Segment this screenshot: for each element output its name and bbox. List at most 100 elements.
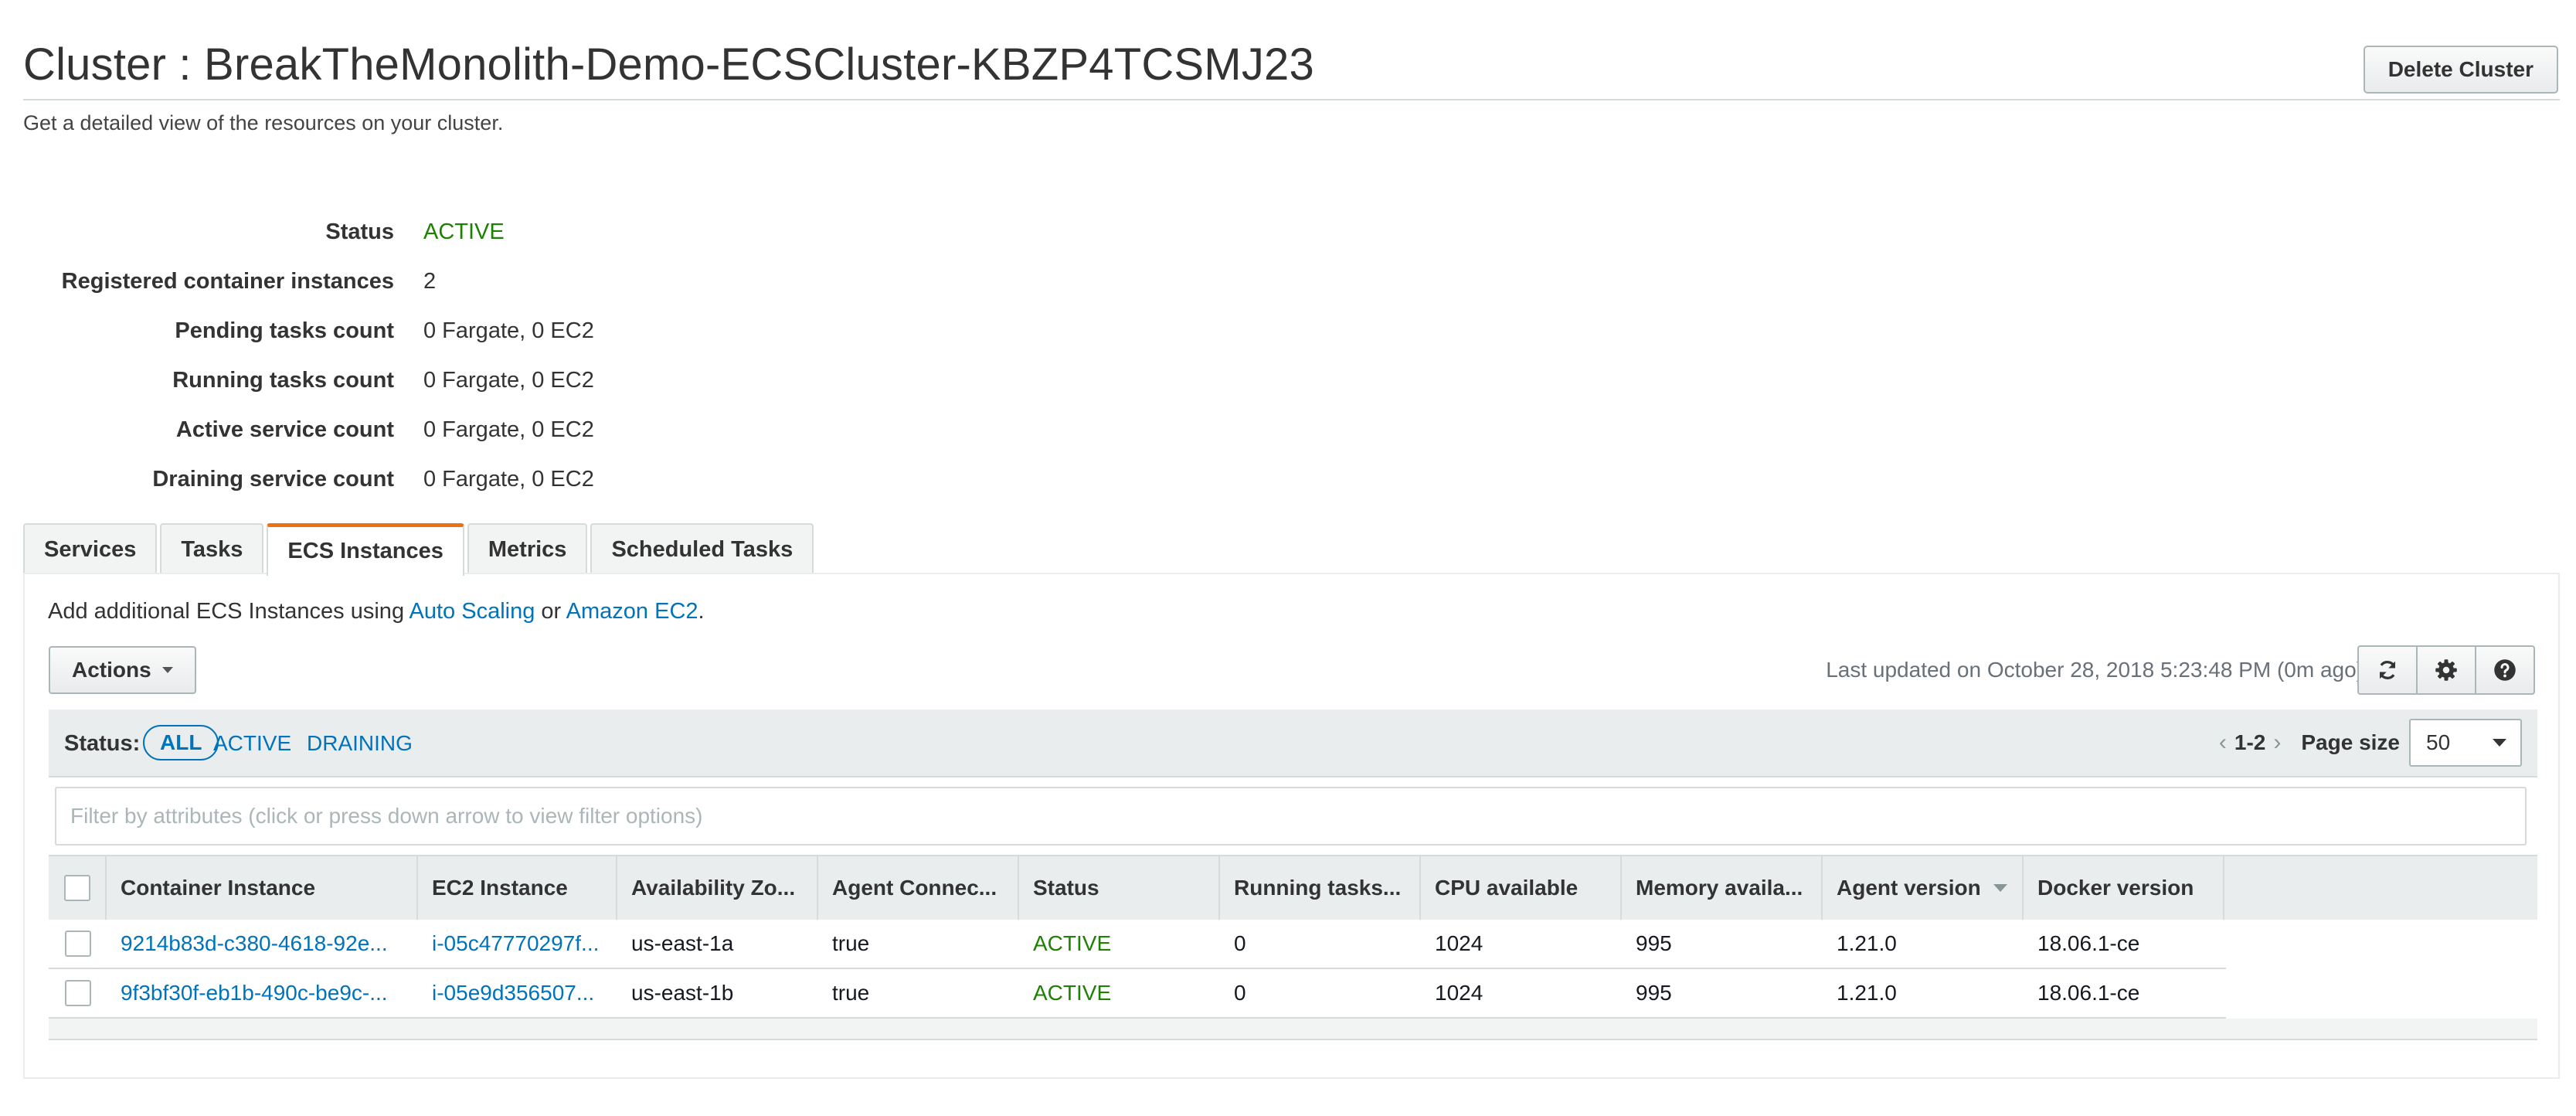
memory-available-cell: 995 — [1636, 981, 1672, 1005]
agent-connected-cell: true — [832, 981, 870, 1005]
col-agent-connected[interactable]: Agent Connec... — [818, 856, 1019, 920]
ec2-instance-link[interactable]: i-05e9d356507... — [418, 969, 617, 1017]
summary-label: Active service count — [175, 417, 394, 442]
col-ec2-instance[interactable]: EC2 Instance — [418, 856, 617, 920]
page-title: Cluster : BreakTheMonolith-Demo-ECSClust… — [23, 39, 1314, 90]
chevron-left-icon[interactable]: ‹ — [2219, 730, 2227, 756]
summary-row-pending: Pending tasks count 0 Fargate, 0 EC2 — [0, 306, 594, 356]
cluster-summary: Status ACTIVE Registered container insta… — [0, 207, 594, 504]
agent-version-cell: 1.21.0 — [1837, 931, 1897, 955]
col-docker-version[interactable]: Docker version — [2024, 856, 2224, 920]
agent-version-cell: 1.21.0 — [1837, 981, 1897, 1005]
ecs-instances-panel: Add additional ECS Instances using Auto … — [23, 573, 2560, 1079]
summary-row-registered: Registered container instances 2 — [0, 257, 594, 306]
summary-row-status: Status ACTIVE — [0, 207, 594, 257]
gear-icon — [2435, 659, 2457, 681]
page-size-value: 50 — [2426, 730, 2451, 754]
summary-value: 0 Fargate, 0 EC2 — [423, 417, 594, 442]
tab-scheduled-tasks[interactable]: Scheduled Tasks — [590, 523, 814, 574]
chevron-right-icon[interactable]: › — [2273, 730, 2281, 756]
tab-services[interactable]: Services — [23, 523, 158, 574]
docker-version-cell: 18.06.1-ce — [2037, 981, 2140, 1005]
amazon-ec2-link[interactable]: Amazon EC2 — [566, 599, 698, 624]
container-instance-link[interactable]: 9f3bf30f-eb1b-490c-be9c-... — [107, 969, 418, 1017]
title-divider — [23, 99, 2560, 100]
toolbar-icon-group — [2357, 645, 2535, 695]
summary-label: Status — [325, 219, 394, 244]
add-instances-suffix: . — [698, 599, 705, 624]
summary-value: 0 Fargate, 0 EC2 — [423, 367, 594, 393]
col-memory-available[interactable]: Memory availa... — [1622, 856, 1823, 920]
sort-desc-icon — [1993, 884, 2007, 892]
row-checkbox[interactable] — [64, 931, 91, 957]
col-agent-version[interactable]: Agent version — [1823, 856, 2024, 920]
status-cell: ACTIVE — [1033, 931, 1112, 955]
actions-dropdown-button[interactable]: Actions — [49, 646, 196, 694]
col-container-instance[interactable]: Container Instance — [107, 856, 418, 920]
actions-label: Actions — [72, 658, 151, 682]
page-subtitle: Get a detailed view of the resources on … — [23, 111, 504, 134]
auto-scaling-link[interactable]: Auto Scaling — [410, 599, 535, 624]
select-all-checkbox[interactable] — [63, 875, 90, 901]
row-checkbox[interactable] — [64, 980, 91, 1006]
cluster-tabs: Services Tasks ECS Instances Metrics Sch… — [23, 523, 814, 576]
availability-zone-cell: us-east-1b — [631, 981, 734, 1005]
cpu-available-cell: 1024 — [1435, 981, 1483, 1005]
summary-label: Running tasks count — [172, 367, 394, 393]
chevron-down-icon — [2493, 739, 2506, 747]
status-filter-active[interactable]: ACTIVE — [213, 731, 291, 756]
agent-connected-cell: true — [832, 931, 870, 955]
summary-value: 2 — [423, 268, 437, 294]
page-size-label: Page size — [2301, 730, 2400, 754]
refresh-icon — [2379, 661, 2396, 679]
tab-ecs-instances[interactable]: ECS Instances — [267, 523, 464, 576]
chevron-down-icon — [161, 667, 173, 673]
col-status[interactable]: Status — [1019, 856, 1220, 920]
pager-range: 1-2 — [2234, 730, 2266, 754]
summary-label: Pending tasks count — [175, 318, 394, 343]
col-availability-zone[interactable]: Availability Zo... — [617, 856, 818, 920]
docker-version-cell: 18.06.1-ce — [2037, 931, 2140, 955]
cpu-available-cell: 1024 — [1435, 931, 1483, 955]
last-updated-text: Last updated on October 28, 2018 5:23:48… — [1826, 658, 2364, 682]
summary-value: 0 Fargate, 0 EC2 — [423, 318, 594, 343]
memory-available-cell: 995 — [1636, 931, 1672, 955]
summary-value: 0 Fargate, 0 EC2 — [423, 466, 594, 492]
filter-input[interactable] — [55, 787, 2527, 846]
running-tasks-cell: 0 — [1234, 981, 1246, 1005]
help-button[interactable] — [2475, 645, 2535, 695]
status-filter-all[interactable]: ALL — [143, 725, 219, 760]
table-footer — [49, 1019, 2537, 1040]
col-running-tasks[interactable]: Running tasks... — [1220, 856, 1421, 920]
availability-zone-cell: us-east-1a — [631, 931, 734, 955]
col-cpu-available[interactable]: CPU available — [1421, 856, 1622, 920]
summary-row-draining-service: Draining service count 0 Fargate, 0 EC2 — [0, 454, 594, 504]
add-instances-prefix: Add additional ECS Instances using — [48, 599, 410, 624]
col-agent-version-label: Agent version — [1837, 876, 1981, 900]
summary-label: Registered container instances — [61, 268, 394, 294]
refresh-button[interactable] — [2357, 645, 2418, 695]
help-icon — [2494, 659, 2516, 681]
tab-metrics[interactable]: Metrics — [467, 523, 588, 574]
instances-table: Status: ALL ACTIVE DRAINING ‹ 1-2 › Page… — [49, 709, 2537, 1046]
running-tasks-cell: 0 — [1234, 931, 1246, 955]
summary-row-running: Running tasks count 0 Fargate, 0 EC2 — [0, 356, 594, 405]
delete-cluster-button[interactable]: Delete Cluster — [2363, 46, 2558, 94]
container-instance-link[interactable]: 9214b83d-c380-4618-92e... — [107, 920, 418, 968]
page-size-select[interactable]: 50 — [2409, 719, 2522, 767]
tab-tasks[interactable]: Tasks — [160, 523, 264, 574]
status-filter-bar: Status: ALL ACTIVE DRAINING ‹ 1-2 › Page… — [49, 709, 2537, 777]
ec2-instance-link[interactable]: i-05c47770297f... — [418, 920, 617, 968]
status-filter-draining[interactable]: DRAINING — [307, 731, 413, 756]
table-row: 9214b83d-c380-4618-92e... i-05c47770297f… — [49, 920, 2226, 969]
table-header: Container Instance EC2 Instance Availabi… — [49, 855, 2537, 920]
summary-row-active-service: Active service count 0 Fargate, 0 EC2 — [0, 405, 594, 454]
settings-button[interactable] — [2416, 645, 2476, 695]
pagination: ‹ 1-2 › Page size 50 — [2211, 717, 2522, 768]
row-select-cell — [49, 969, 107, 1017]
add-instances-text: Add additional ECS Instances using Auto … — [48, 599, 705, 624]
status-filter-label: Status: — [64, 731, 141, 756]
summary-value: ACTIVE — [423, 219, 505, 244]
select-all-cell — [49, 856, 107, 920]
add-instances-mid: or — [535, 599, 566, 624]
